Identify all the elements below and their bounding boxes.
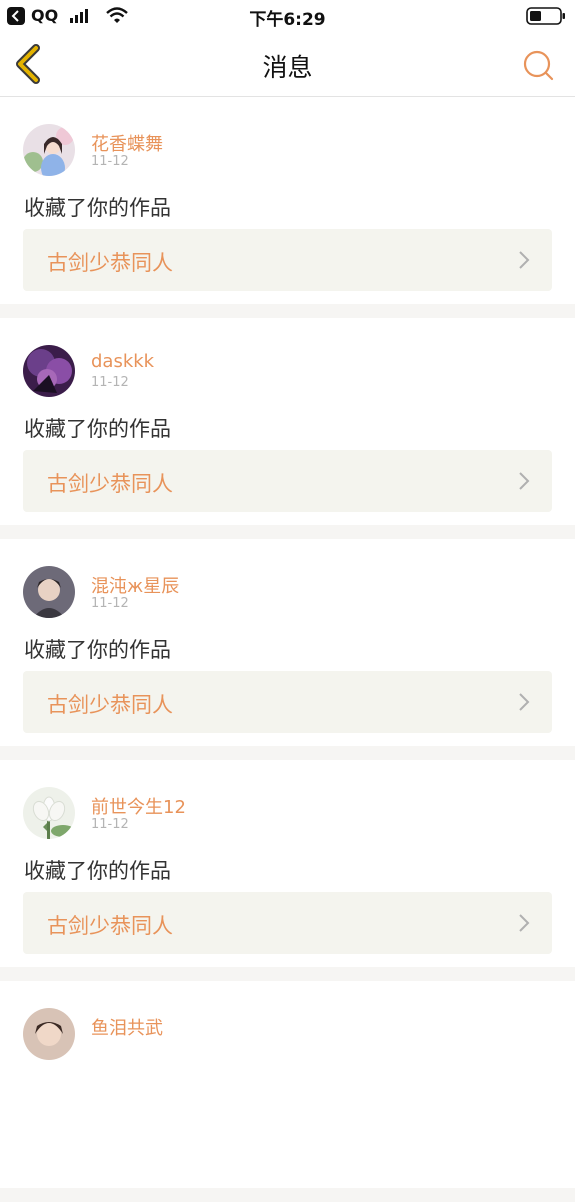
username[interactable]: 花香蝶舞 <box>91 130 163 156</box>
page-title: 消息 <box>262 53 313 82</box>
message-item: 混沌ж星辰 11-12 收藏了你的作品 古剑少恭同人 <box>0 539 575 746</box>
avatar[interactable] <box>23 787 75 839</box>
username[interactable]: 鱼泪共武 <box>91 1014 163 1040</box>
work-link[interactable]: 古剑少恭同人 <box>23 892 552 954</box>
work-link[interactable]: 古剑少恭同人 <box>23 450 552 512</box>
username[interactable]: daskkk <box>91 351 154 372</box>
username[interactable]: 混沌ж星辰 <box>91 572 179 598</box>
work-title: 古剑少恭同人 <box>47 251 173 275</box>
work-title: 古剑少恭同人 <box>47 472 173 496</box>
work-title: 古剑少恭同人 <box>47 693 173 717</box>
work-link[interactable]: 古剑少恭同人 <box>23 671 552 733</box>
message-date: 11-12 <box>91 596 129 611</box>
chevron-right-icon <box>519 251 530 269</box>
action-text: 收藏了你的作品 <box>24 196 171 220</box>
chevron-right-icon <box>519 914 530 932</box>
message-date: 11-12 <box>91 154 129 169</box>
avatar[interactable] <box>23 345 75 397</box>
avatar[interactable] <box>23 566 75 618</box>
action-text: 收藏了你的作品 <box>24 859 171 883</box>
chevron-right-icon <box>519 693 530 711</box>
work-title: 古剑少恭同人 <box>47 914 173 938</box>
search-button[interactable] <box>521 48 555 82</box>
battery-icon <box>526 7 566 30</box>
message-item: 前世今生12 11-12 收藏了你的作品 古剑少恭同人 <box>0 760 575 967</box>
avatar[interactable] <box>23 124 75 176</box>
message-item: daskkk 11-12 收藏了你的作品 古剑少恭同人 <box>0 318 575 525</box>
action-text: 收藏了你的作品 <box>24 638 171 662</box>
work-link[interactable]: 古剑少恭同人 <box>23 229 552 291</box>
clock: 下午6:29 <box>249 10 326 30</box>
message-item: 鱼泪共武 <box>0 981 575 1188</box>
status-bar: QQ 下午6:29 <box>0 0 575 32</box>
navigation-bar: 消息 <box>0 32 575 97</box>
chevron-right-icon <box>519 472 530 490</box>
message-item: 花香蝶舞 11-12 收藏了你的作品 古剑少恭同人 <box>0 97 575 304</box>
username[interactable]: 前世今生12 <box>91 793 186 819</box>
action-text: 收藏了你的作品 <box>24 417 171 441</box>
message-list: 花香蝶舞 11-12 收藏了你的作品 古剑少恭同人 daskkk 11-12 收… <box>0 97 575 1202</box>
message-date: 11-12 <box>91 817 129 832</box>
search-icon <box>523 50 554 81</box>
avatar[interactable] <box>23 1008 75 1060</box>
message-date: 11-12 <box>91 375 129 390</box>
